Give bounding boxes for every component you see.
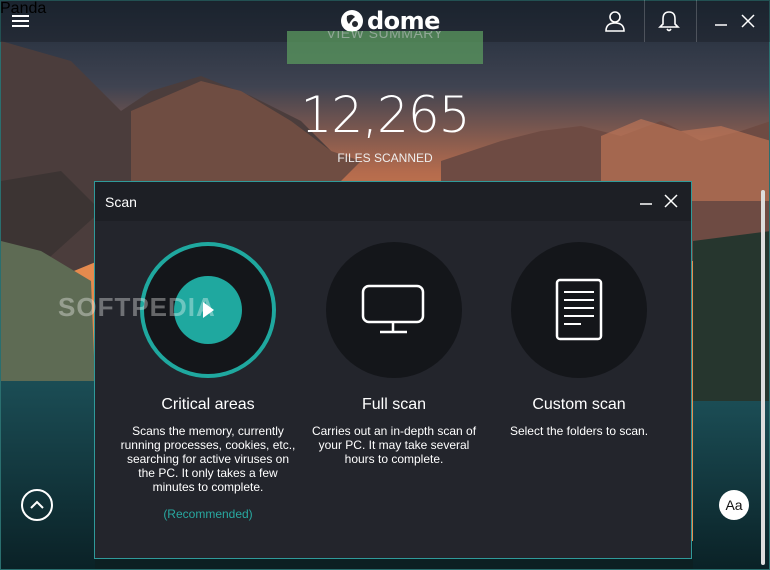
files-scanned-label: FILES SCANNED — [337, 151, 433, 165]
dialog-header: Scan — [95, 182, 691, 221]
softpedia-watermark: SOFTPEDIA — [58, 292, 216, 322]
font-size-button[interactable]: Aa — [719, 490, 749, 520]
view-summary-button[interactable]: VIEW SUMMARY — [287, 31, 483, 64]
bell-icon[interactable] — [657, 9, 681, 33]
option-description: Scans the memory, currently running proc… — [120, 424, 296, 494]
dialog-minimize-icon[interactable] — [638, 193, 654, 209]
files-scanned-count: 12,265 — [300, 86, 471, 144]
dialog-title: Scan — [105, 194, 137, 210]
view-summary-label: VIEW SUMMARY — [326, 31, 444, 41]
hamburger-icon[interactable] — [12, 13, 29, 29]
scan-option-custom-scan[interactable]: Custom scan Select the folders to scan. — [489, 242, 669, 438]
scan-option-critical-areas[interactable]: Critical areas Scans the memory, current… — [118, 242, 298, 521]
recommended-label: (Recommended) — [163, 507, 253, 521]
option-title: Critical areas — [161, 396, 255, 413]
monitor-icon — [361, 284, 425, 334]
dialog-close-icon[interactable] — [663, 193, 679, 209]
document-icon — [555, 278, 603, 341]
user-icon[interactable] — [603, 9, 627, 33]
scroll-up-button[interactable] — [21, 489, 53, 521]
full-scan-button[interactable] — [326, 242, 462, 378]
chevron-up-icon — [30, 500, 44, 509]
separator — [696, 0, 697, 42]
option-title: Full scan — [361, 396, 427, 413]
custom-scan-button[interactable] — [511, 242, 647, 378]
minimize-icon[interactable] — [712, 11, 730, 31]
separator — [644, 0, 645, 42]
option-description: Select the folders to scan. — [509, 424, 649, 438]
right-scrollbar[interactable] — [761, 190, 765, 565]
panda-logo-icon — [341, 10, 363, 32]
option-title: Custom scan — [532, 396, 626, 413]
scan-dialog: Scan Critical areas Scans the memory, cu… — [94, 181, 692, 559]
close-icon[interactable] — [739, 11, 757, 31]
scan-option-full-scan[interactable]: Full scan Carries out an in-depth scan o… — [304, 242, 484, 466]
option-description: Carries out an in-depth scan of your PC.… — [311, 424, 477, 466]
